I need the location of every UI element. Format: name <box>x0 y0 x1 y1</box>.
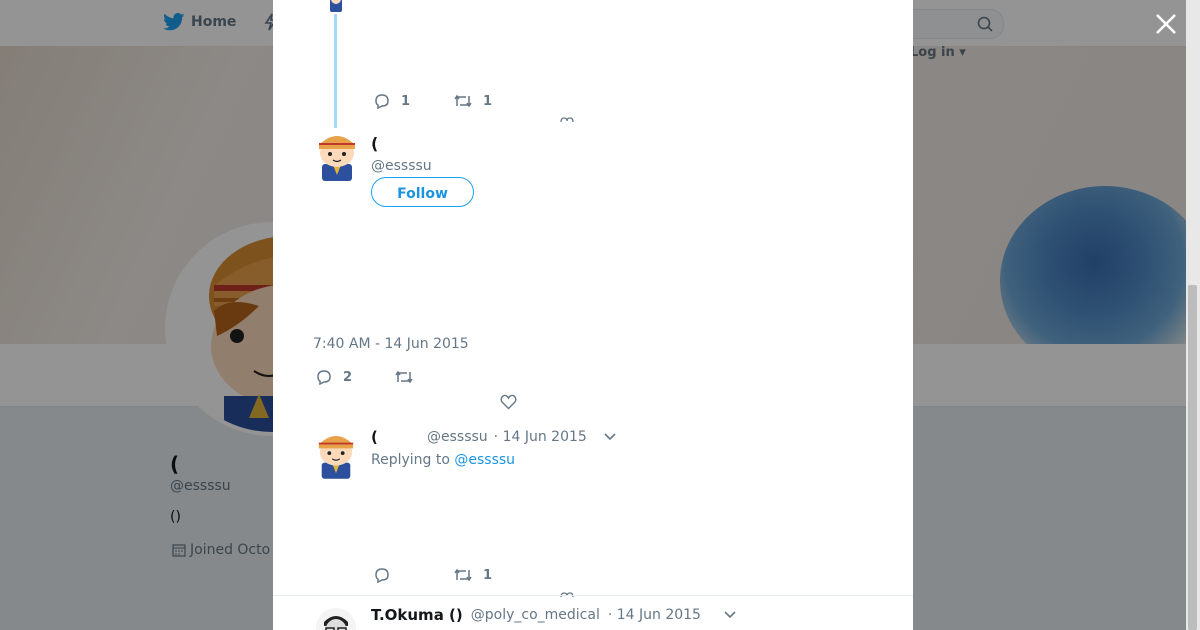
reply-tweet-author-name[interactable]: ( <box>371 428 421 446</box>
previous-retweet-button[interactable]: 1 <box>453 93 492 109</box>
boy-avatar-icon <box>319 136 355 181</box>
third-tweet-author-handle[interactable]: @poly_co_medical <box>471 607 600 623</box>
main-tweet-text <box>313 195 873 227</box>
thread-connector-line <box>334 14 337 128</box>
main-reply-count: 2 <box>343 370 353 385</box>
previous-reply-count: 1 <box>401 94 411 109</box>
tweet-permalink-modal: 1 1 ( @essssu Follow 7:40 AM - 14 Jun 20… <box>273 0 913 630</box>
retweet-icon <box>395 370 413 384</box>
retweet-icon <box>454 94 472 108</box>
chevron-down-icon[interactable] <box>723 610 737 620</box>
reply-icon <box>375 94 389 110</box>
replying-to-line: Replying to @essssu <box>371 452 515 468</box>
reply-tweet-avatar[interactable] <box>316 430 356 480</box>
main-tweet-avatar[interactable] <box>316 131 358 181</box>
third-tweet-date[interactable]: · 14 Jun 2015 <box>608 607 701 623</box>
reply-tweet-reply-button[interactable] <box>373 567 391 584</box>
man-avatar-icon <box>316 608 356 630</box>
replying-to-handle-link[interactable]: @essssu <box>454 452 515 468</box>
reply-icon <box>375 568 389 584</box>
boy-avatar-icon <box>318 435 354 479</box>
main-tweet-author-name[interactable]: ( <box>371 134 378 153</box>
reply-tweet-header: ( @essssu · 14 Jun 2015 <box>371 428 617 446</box>
previous-reply-button[interactable]: 1 <box>373 93 410 110</box>
replying-to-prefix: Replying to <box>371 452 450 468</box>
retweet-icon <box>454 568 472 582</box>
previous-like-heart-icon[interactable] <box>560 117 574 123</box>
reply-tweet-author-handle[interactable]: @essssu <box>427 429 488 445</box>
main-reply-button[interactable]: 2 <box>315 369 352 386</box>
third-tweet[interactable]: T.Okuma () @poly_co_medical · 14 Jun 201… <box>273 595 913 630</box>
reply-tweet-retweet-count: 1 <box>483 567 493 583</box>
previous-tweet-avatar[interactable] <box>327 0 345 12</box>
close-icon[interactable] <box>1153 11 1179 37</box>
scrollbar-thumb[interactable] <box>1188 285 1197 630</box>
previous-retweet-count: 1 <box>483 93 493 109</box>
main-tweet-author-handle[interactable]: @essssu <box>371 158 432 174</box>
third-tweet-author-name[interactable]: T.Okuma () <box>371 606 463 624</box>
reply-tweet-retweet-button[interactable]: 1 <box>453 567 492 583</box>
main-tweet-timestamp[interactable]: 7:40 AM - 14 Jun 2015 <box>313 336 469 352</box>
third-tweet-avatar[interactable] <box>316 608 356 630</box>
reply-tweet-date[interactable]: · 14 Jun 2015 <box>494 429 587 445</box>
tweet-text-spacer <box>313 195 873 227</box>
third-tweet-header: T.Okuma () @poly_co_medical · 14 Jun 201… <box>371 606 737 624</box>
main-like-heart-icon[interactable] <box>500 394 517 410</box>
reply-icon <box>317 370 331 386</box>
main-retweet-button[interactable] <box>394 369 414 385</box>
chevron-down-icon[interactable] <box>603 432 617 442</box>
